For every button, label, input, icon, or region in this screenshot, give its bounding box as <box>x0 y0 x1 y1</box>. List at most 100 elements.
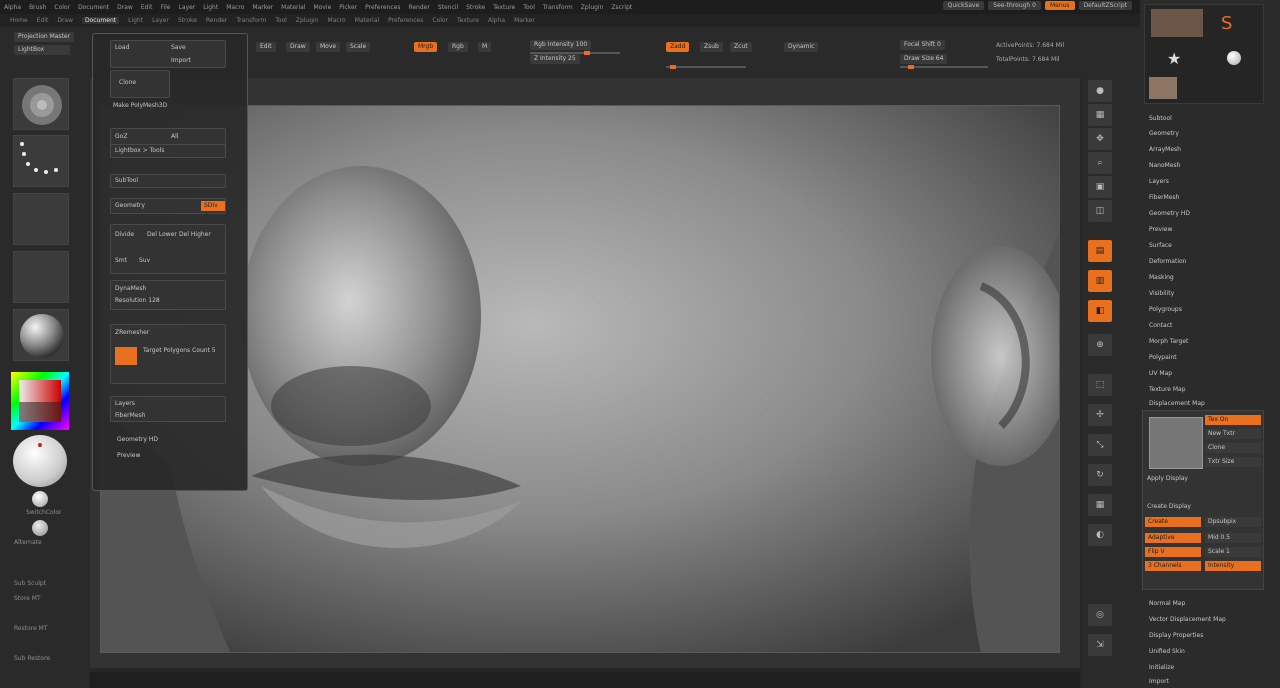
slider-handle[interactable] <box>908 65 914 69</box>
projection-master-button[interactable]: Projection Master <box>14 32 75 42</box>
dpsubpix-slider[interactable]: Dpsubpix <box>1205 517 1261 527</box>
adaptive-button[interactable]: Adaptive <box>1145 533 1201 543</box>
tool-item[interactable]: Preview <box>1149 226 1172 233</box>
subtool-row[interactable]: SubTool <box>110 174 226 188</box>
create-button[interactable]: Create <box>1145 517 1201 527</box>
resolution-slider[interactable]: Resolution 128 <box>115 297 160 304</box>
submenu-item[interactable]: Macro <box>328 17 346 24</box>
menu-item[interactable]: File <box>160 4 170 11</box>
default-zscript-button[interactable]: DefaultZScript <box>1078 1 1132 10</box>
material-thumbnail[interactable] <box>13 309 69 361</box>
del-lower-button[interactable]: Del Lower <box>147 231 177 238</box>
scale-icon[interactable]: ⤡ <box>1088 434 1112 456</box>
load-button[interactable]: Load <box>115 44 129 51</box>
see-through-slider[interactable]: See-through 0 <box>988 1 1041 10</box>
three-channels-button[interactable]: 3 Channels <box>1145 561 1201 571</box>
import-button[interactable]: Import <box>171 57 191 64</box>
m-button[interactable]: M <box>478 42 492 52</box>
sphere-icon[interactable] <box>1227 51 1241 65</box>
move-icon[interactable]: ✢ <box>1088 404 1112 426</box>
tool-item[interactable]: Surface <box>1149 242 1172 249</box>
focal-shift-slider[interactable]: Focal Shift 0 <box>900 40 945 50</box>
quicksave-button[interactable]: QuickSave <box>942 1 985 10</box>
sdiv-slider[interactable]: SDiv 7 <box>201 201 225 219</box>
restore-mt-button[interactable]: Restore MT <box>14 625 48 632</box>
mid-slider[interactable]: Mid 0.5 <box>1205 533 1261 543</box>
zoom-icon[interactable]: ⌕ <box>1088 152 1112 174</box>
tex-on-button[interactable]: Tex On <box>1205 415 1261 425</box>
aahalf-icon[interactable]: ◫ <box>1088 200 1112 222</box>
submenu-item[interactable]: Edit <box>37 17 49 24</box>
tool-item[interactable]: UV Map <box>1149 370 1172 377</box>
slider-handle[interactable] <box>584 51 590 55</box>
tool-item[interactable]: Geometry HD <box>1149 210 1190 217</box>
bottom-item[interactable]: Normal Map <box>1149 600 1185 607</box>
apply-display-button[interactable]: Apply Display <box>1147 475 1188 482</box>
menu-item[interactable]: Transform <box>543 4 573 11</box>
alternate-label[interactable]: Alternate <box>14 539 42 546</box>
menus-button[interactable]: Menus <box>1044 1 1075 10</box>
suv-button[interactable]: Suv <box>139 257 150 264</box>
dynamesh-button[interactable]: DynaMesh <box>115 285 146 292</box>
menu-item[interactable]: Picker <box>339 4 357 11</box>
scale-button[interactable]: Scale <box>346 42 371 52</box>
menu-item[interactable]: Preferences <box>365 4 400 11</box>
menu-item[interactable]: Movie <box>314 4 332 11</box>
tool-item[interactable]: Polypaint <box>1149 354 1177 361</box>
divide-button[interactable]: Divide <box>115 231 134 238</box>
tool-item[interactable]: Displacement Map <box>1149 400 1205 407</box>
scale-slider[interactable]: Scale 1 <box>1205 547 1261 557</box>
tool-item[interactable]: Masking <box>1149 274 1174 281</box>
zcut-button[interactable]: Zcut <box>730 42 752 52</box>
tool-item[interactable]: Deformation <box>1149 258 1186 265</box>
zremesher-button[interactable] <box>115 347 137 365</box>
switch-color-label[interactable]: SwitchColor <box>26 509 62 516</box>
local-icon[interactable]: ◧ <box>1088 300 1112 322</box>
edit-button[interactable]: Edit <box>256 42 276 52</box>
slider-handle[interactable] <box>670 65 676 69</box>
menu-item[interactable]: Edit <box>141 4 153 11</box>
menu-item[interactable]: Color <box>54 4 70 11</box>
intensity-slider[interactable]: Intensity <box>1205 561 1261 571</box>
submenu-item[interactable]: Stroke <box>178 17 197 24</box>
smt-button[interactable]: Smt <box>115 257 127 264</box>
frame-icon[interactable]: ⬚ <box>1088 374 1112 396</box>
bottom-item[interactable]: Unified Skin <box>1149 648 1185 655</box>
scroll-icon[interactable]: ✥ <box>1088 128 1112 150</box>
texture-thumbnail[interactable] <box>13 251 69 303</box>
move-button[interactable]: Move <box>316 42 341 52</box>
menu-item[interactable]: Stencil <box>438 4 458 11</box>
stroke-thumbnail[interactable] <box>13 135 69 187</box>
sub-sculpt-button[interactable]: Sub Sculpt <box>14 580 46 587</box>
target-polygons-slider[interactable]: Target Polygons Count 5 <box>143 347 216 354</box>
clone-button[interactable]: Clone <box>119 79 136 86</box>
main-color-swatch[interactable] <box>13 435 67 487</box>
solo-icon[interactable]: ◎ <box>1088 604 1112 626</box>
make-polymesh-button[interactable]: Make PolyMesh3D <box>113 102 167 109</box>
submenu-item[interactable]: Texture <box>457 17 479 24</box>
rotate-icon[interactable]: ↻ <box>1088 464 1112 486</box>
star-icon[interactable]: ★ <box>1167 49 1181 68</box>
tool-item[interactable]: Visibility <box>1149 290 1174 297</box>
menu-item[interactable]: Macro <box>226 4 244 11</box>
menu-item[interactable]: Render <box>408 4 429 11</box>
tool-item[interactable]: ArrayMesh <box>1149 146 1181 153</box>
submenu-item[interactable]: Draw <box>57 17 73 24</box>
rgb-intensity-slider[interactable]: Rgb Intensity 100 <box>530 40 592 50</box>
submenu-item[interactable]: Zplugin <box>296 17 319 24</box>
submenu-item[interactable]: Home <box>10 17 28 24</box>
bottom-item[interactable]: Display Properties <box>1149 632 1203 639</box>
preview-button[interactable]: Preview <box>117 452 140 459</box>
geometry-hd-button[interactable]: Geometry HD <box>117 436 158 443</box>
mrgb-button[interactable]: Mrgb <box>414 42 438 52</box>
submenu-item-active[interactable]: Document <box>82 16 120 24</box>
menu-item[interactable]: Marker <box>252 4 273 11</box>
goz-button[interactable]: GoZ <box>115 133 127 140</box>
tool-item[interactable]: Contact <box>1149 322 1172 329</box>
tool-item[interactable]: Texture Map <box>1149 386 1186 393</box>
transp-icon[interactable]: ◐ <box>1088 524 1112 546</box>
layers-button[interactable]: Layers <box>115 400 135 407</box>
menu-item[interactable]: Texture <box>493 4 515 11</box>
tool-item[interactable]: Polygroups <box>1149 306 1182 313</box>
submenu-item[interactable]: Color <box>432 17 448 24</box>
